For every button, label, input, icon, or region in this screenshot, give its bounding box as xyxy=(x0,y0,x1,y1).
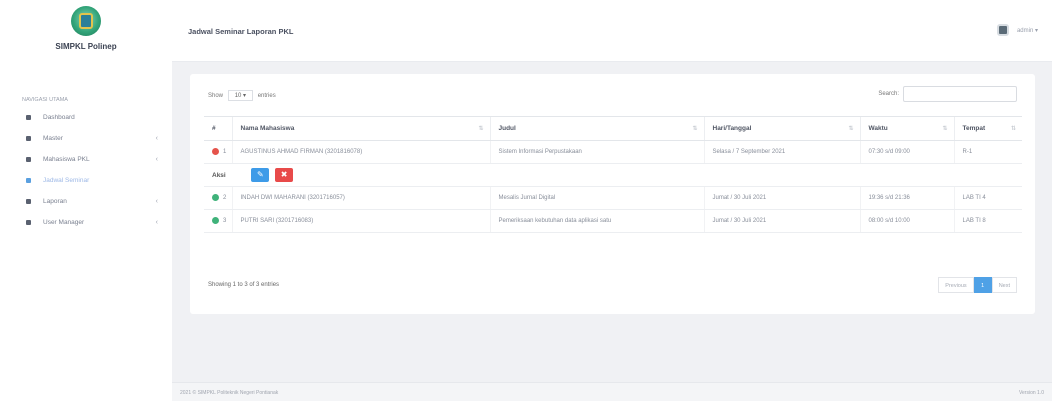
delete-button[interactable]: ✖ xyxy=(275,168,294,182)
show-prefix: Show xyxy=(208,93,224,99)
table-row[interactable]: 2 INDAH DWI MAHARANI (3201716057) Mesali… xyxy=(204,186,1022,210)
sidebar-item-jadwal-seminar[interactable]: Jadwal Seminar xyxy=(0,170,172,191)
topbar: Jadwal Seminar Laporan PKL admin ▾ xyxy=(172,0,1052,62)
cell-waktu: 07:30 s/d 09:00 xyxy=(859,140,954,164)
column-header-no[interactable]: # xyxy=(204,116,232,141)
user-name: admin ▾ xyxy=(1016,27,1038,34)
sidebar-item-label: Dashboard xyxy=(43,114,75,121)
table-info: Showing 1 to 3 of 3 entries xyxy=(208,282,280,288)
sort-icon: ⇅ xyxy=(1010,126,1016,132)
sidebar-item-label: Laporan xyxy=(43,198,67,205)
cell-nama: INDAH DWI MAHARANI (3201716057) xyxy=(231,186,490,210)
version: Version 1.0 xyxy=(1018,390,1044,396)
cell-tanggal: Jumat / 30 Juli 2021 xyxy=(703,209,860,233)
aksi-label: Aksi xyxy=(212,171,226,179)
edit-button[interactable]: ✎ xyxy=(251,168,270,182)
schedule-table: # Nama Mahasiswa ⇅ Judul ⇅ Hari/Tanggal ⇅ W… xyxy=(204,116,1022,233)
brand[interactable]: SIMPKL Polinep xyxy=(0,6,172,51)
table-header-row: # Nama Mahasiswa ⇅ Judul ⇅ Hari/Tanggal ⇅ W… xyxy=(204,116,1022,141)
sort-icon: ⇅ xyxy=(942,126,948,132)
cell-waktu: 08:00 s/d 10:00 xyxy=(859,209,954,233)
table-row[interactable]: 3 PUTRI SARI (3201716083) Pemeriksaan ke… xyxy=(204,209,1022,233)
pagination: Previous 1 Next xyxy=(938,277,1017,293)
table-row[interactable]: 1 AGUSTINUS AHMAD FIRMAN (3201816078) Si… xyxy=(204,140,1022,164)
sidebar-item-label: User Manager xyxy=(43,219,85,226)
logo-icon xyxy=(71,6,101,36)
chevron-left-icon: ‹ xyxy=(155,156,158,163)
cell-judul: Sistem Informasi Perpustakaan xyxy=(489,140,704,164)
x-icon: ✖ xyxy=(280,170,288,179)
table-controls: Show 10 ▾ entries Search: xyxy=(208,86,1017,102)
child-row-cell: Aksi ✎ ✖ xyxy=(204,163,1022,187)
sort-icon: ⇅ xyxy=(478,126,484,132)
page-button-current[interactable]: 1 xyxy=(973,277,992,293)
cell-no[interactable]: 1 xyxy=(204,140,232,164)
sidebar-item-mahasiswa-pkl[interactable]: Mahasiswa PKL ‹ xyxy=(0,149,172,170)
file-icon xyxy=(26,199,31,204)
column-header-nama[interactable]: Nama Mahasiswa ⇅ xyxy=(231,116,490,141)
cell-tempat: R-1 xyxy=(953,140,1022,164)
column-header-waktu[interactable]: Waktu ⇅ xyxy=(859,116,954,141)
dashboard-icon xyxy=(26,115,31,120)
footer: 2021 © SIMPKL Politeknik Negeri Pontiana… xyxy=(172,382,1052,401)
search-input[interactable] xyxy=(903,86,1017,102)
cell-waktu: 19:36 s/d 21:36 xyxy=(859,186,954,210)
sidebar-item-label: Mahasiswa PKL xyxy=(43,156,90,163)
cell-tanggal: Selasa / 7 September 2021 xyxy=(703,140,860,164)
user-icon xyxy=(26,220,31,225)
collapse-icon[interactable] xyxy=(212,148,219,156)
previous-page-button[interactable]: Previous xyxy=(938,277,974,293)
sidebar-nav: Dashboard Master ‹ Mahasiswa PKL ‹ Jadwa… xyxy=(0,107,172,233)
sidebar-item-label: Jadwal Seminar xyxy=(43,177,90,184)
avatar xyxy=(996,24,1009,36)
chevron-left-icon: ‹ xyxy=(155,219,158,226)
entries-select[interactable]: 10 ▾ xyxy=(227,90,254,101)
sidebar-item-label: Master xyxy=(43,135,63,142)
show-entries: Show 10 ▾ entries xyxy=(208,90,276,101)
expand-icon[interactable] xyxy=(212,194,219,202)
cell-no[interactable]: 3 xyxy=(204,209,232,233)
page-title: Jadwal Seminar Laporan PKL xyxy=(188,27,294,36)
cell-judul: Pemeriksaan kebutuhan data aplikasi satu xyxy=(489,209,704,233)
database-icon xyxy=(26,136,31,141)
nav-heading: NAVIGASI UTAMA xyxy=(22,97,68,103)
cell-tanggal: Jumat / 30 Juli 2021 xyxy=(703,186,860,210)
cell-no[interactable]: 2 xyxy=(204,186,232,210)
search-label: Search: xyxy=(878,91,899,97)
sidebar-item-laporan[interactable]: Laporan ‹ xyxy=(0,191,172,212)
copyright: 2021 © SIMPKL Politeknik Negeri Pontiana… xyxy=(180,390,279,396)
chevron-left-icon: ‹ xyxy=(155,135,158,142)
schedule-card: Show 10 ▾ entries Search: # Nama Mahasis… xyxy=(190,74,1035,314)
users-icon xyxy=(26,157,31,162)
expand-icon[interactable] xyxy=(212,217,219,225)
column-header-tempat[interactable]: Tempat ⇅ xyxy=(953,116,1022,141)
user-menu[interactable]: admin ▾ xyxy=(996,24,1038,36)
cell-judul: Mesalis Jurnal Digital xyxy=(489,186,704,210)
cell-nama: PUTRI SARI (3201716083) xyxy=(231,209,490,233)
cell-tempat: LAB TI 4 xyxy=(953,186,1022,210)
next-page-button[interactable]: Next xyxy=(991,277,1017,293)
show-suffix: entries xyxy=(257,93,276,99)
pencil-icon: ✎ xyxy=(257,170,264,179)
brand-name: SIMPKL Polinep xyxy=(55,42,117,51)
calendar-icon xyxy=(26,178,31,183)
column-header-tanggal[interactable]: Hari/Tanggal ⇅ xyxy=(703,116,860,141)
sidebar-item-user-manager[interactable]: User Manager ‹ xyxy=(0,212,172,233)
search: Search: xyxy=(878,86,1017,102)
sidebar-item-dashboard[interactable]: Dashboard xyxy=(0,107,172,128)
cell-nama: AGUSTINUS AHMAD FIRMAN (3201816078) xyxy=(231,140,490,164)
sidebar-item-master[interactable]: Master ‹ xyxy=(0,128,172,149)
chevron-left-icon: ‹ xyxy=(155,198,158,205)
sort-icon: ⇅ xyxy=(692,126,698,132)
sidebar: SIMPKL Polinep NAVIGASI UTAMA Dashboard … xyxy=(0,0,172,401)
column-header-judul[interactable]: Judul ⇅ xyxy=(489,116,704,141)
sort-icon: ⇅ xyxy=(848,126,854,132)
cell-tempat: LAB TI 8 xyxy=(953,209,1022,233)
table-child-row: Aksi ✎ ✖ xyxy=(204,163,1022,187)
